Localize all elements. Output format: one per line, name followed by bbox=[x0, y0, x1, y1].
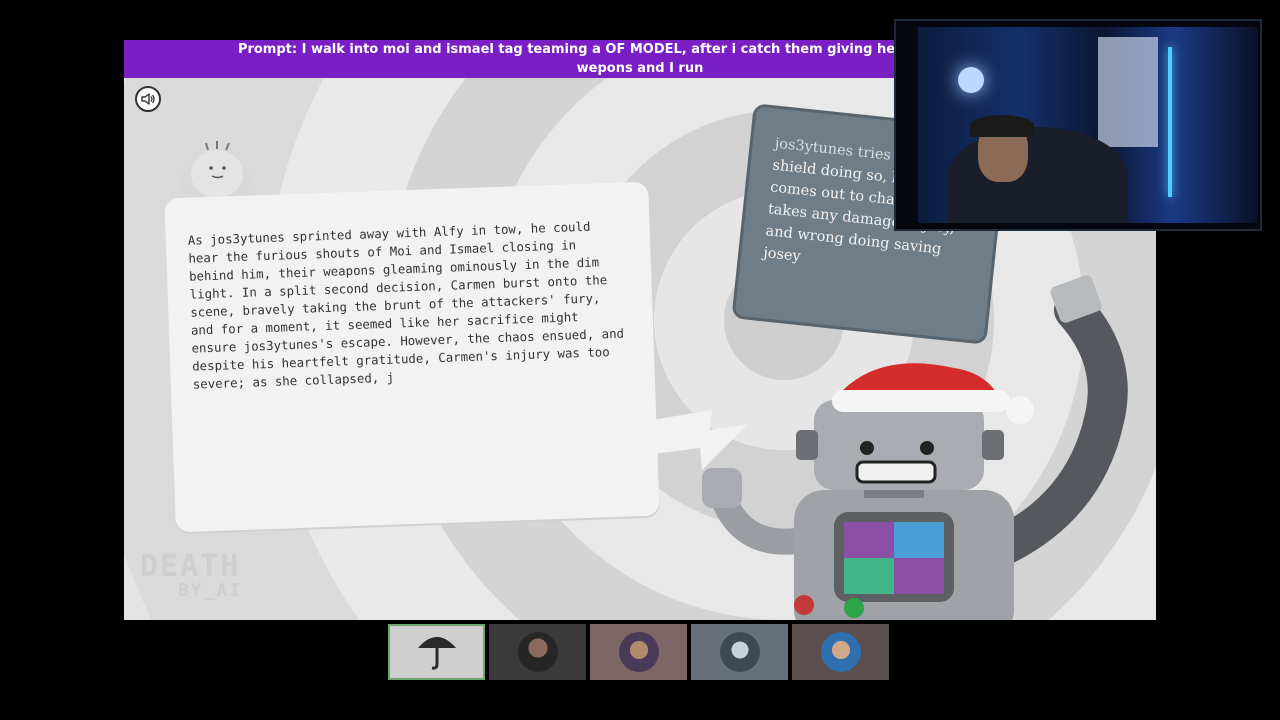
logo-line-2: BY_AI bbox=[178, 580, 243, 601]
sound-toggle-button[interactable] bbox=[135, 86, 161, 112]
player-avatar-icon bbox=[820, 632, 861, 672]
player-thumb-2[interactable] bbox=[489, 624, 586, 680]
player-thumbnails bbox=[388, 624, 894, 680]
death-by-ai-logo: DEATH BY_AI bbox=[140, 552, 242, 600]
player-thumb-1[interactable] bbox=[388, 624, 485, 680]
speaker-icon bbox=[141, 93, 155, 105]
story-text: As jos3ytunes sprinted away with Alfy in… bbox=[187, 218, 625, 392]
player-thumb-4[interactable] bbox=[691, 624, 788, 680]
webcam-overlay bbox=[894, 19, 1262, 231]
player-thumb-3[interactable] bbox=[590, 624, 687, 680]
story-bubble: As jos3ytunes sprinted away with Alfy in… bbox=[164, 181, 660, 533]
player-thumb-5[interactable] bbox=[792, 624, 889, 680]
webcam-feed bbox=[918, 27, 1258, 223]
umbrella-avatar-icon bbox=[417, 637, 456, 670]
player-avatar-icon bbox=[618, 632, 659, 672]
player-avatar-icon bbox=[719, 632, 760, 672]
logo-line-1: DEATH bbox=[140, 549, 241, 584]
player-avatar-icon bbox=[517, 632, 558, 672]
